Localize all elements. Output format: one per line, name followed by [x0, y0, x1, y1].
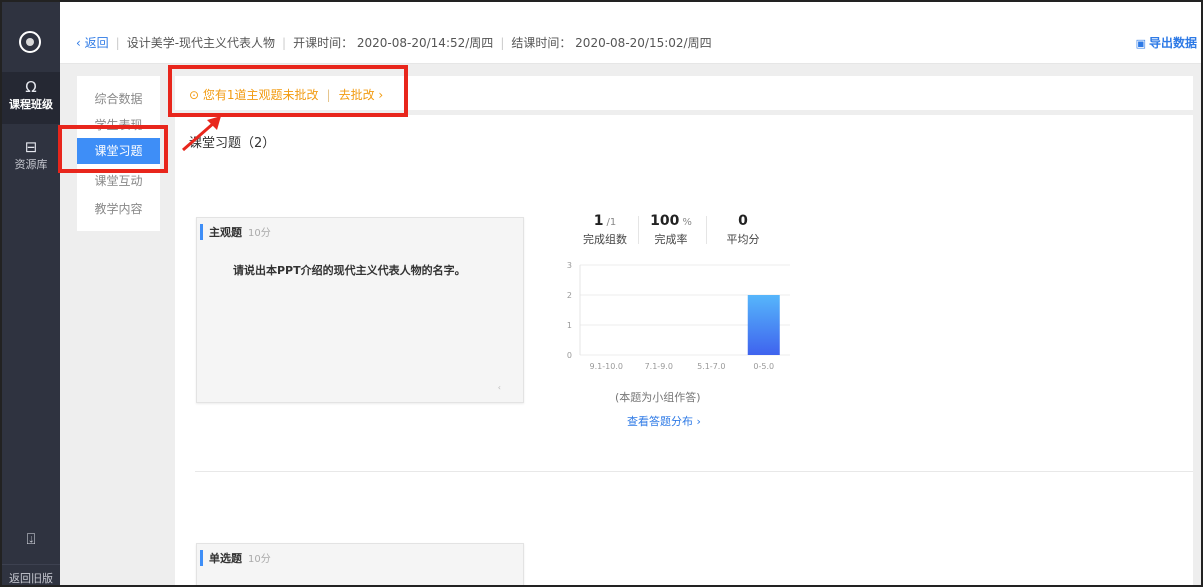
stat-total: /1 [606, 217, 617, 228]
question-points: 10分 [248, 228, 271, 239]
x-tick-label: 7.1-9.0 [645, 362, 673, 371]
stat-label: 完成率 [654, 233, 688, 246]
divider [638, 216, 639, 244]
annotation-arrow-icon [182, 116, 221, 152]
start-time: 开课时间： 2020-08-20/14:52/周四 [293, 36, 494, 50]
rail-download-button[interactable]: ⍗ [2, 530, 60, 554]
bar [747, 295, 780, 355]
y-tick-label: 2 [567, 291, 572, 300]
x-tick-label: 5.1-7.0 [697, 362, 725, 371]
x-tick-label: 0-5.0 [753, 362, 774, 371]
download-icon: ⍗ [26, 530, 36, 548]
stat-average-score: 0 平均分 [713, 213, 773, 247]
breadcrumb: ‹ 返回 | 设计美学-现代主义代表人物 | 开课时间： 2020-08-20/14:5… [76, 36, 712, 50]
resource-icon: ⊟ [24, 138, 38, 156]
export-data-button[interactable]: ▣ 导出数据 [1136, 34, 1197, 51]
section-divider [195, 471, 1193, 472]
course-class-icon: Ω [25, 78, 37, 96]
rail-item-resource[interactable]: ⊟ 资源库 [2, 132, 60, 180]
question-text: 请说出本PPT介绍的现代主义代表人物的名字。 [233, 264, 466, 277]
course-title: 设计美学-现代主义代表人物 [126, 36, 276, 50]
stat-completed-groups: 1/1 完成组数 [575, 213, 635, 247]
stat-label: 平均分 [726, 233, 760, 246]
question-type-tag: 单选题 10分 [200, 550, 271, 566]
stat-value: 1 [593, 213, 604, 229]
y-tick-label: 1 [567, 321, 572, 330]
rail-item-label: 资源库 [14, 158, 48, 171]
question-type: 主观题 [209, 226, 242, 239]
stat-value: 100 [650, 213, 680, 229]
x-tick-label: 9.1-10.0 [590, 362, 623, 371]
subnav-item-teaching-content[interactable]: 教学内容 [77, 196, 160, 222]
rail-item-label: 课程班级 [9, 98, 53, 111]
stat-unit: % [682, 217, 692, 228]
rail-item-course-class[interactable]: Ω 课程班级 [2, 72, 60, 124]
score-distribution-chart: 0 1 2 3 9.1-10.0 7.1-9.0 5.1-7.0 0-5.0 [567, 261, 790, 371]
y-tick-label: 0 [567, 351, 572, 360]
app-window: Ω 课程班级 ⊟ 资源库 ⍗ 返回旧版 ‹ 返回 | 设计美学-现代主义代表人物 | 开… [0, 0, 1203, 587]
stat-value: 0 [738, 213, 748, 229]
back-to-old-version-button[interactable]: 返回旧版 [2, 564, 60, 585]
annotation-box-nav [58, 125, 168, 173]
question-type: 单选题 [209, 552, 242, 565]
export-icon: ▣ [1135, 37, 1146, 50]
resize-handle-icon: ‹ [497, 383, 501, 392]
annotation-box-alert [168, 65, 408, 117]
subnav-item-overview[interactable]: 综合数据 [77, 86, 160, 112]
question-type-tag: 主观题 10分 [200, 224, 271, 240]
back-link-label: 返回 [84, 36, 109, 50]
chart-note: (本题为小组作答) [615, 391, 701, 404]
back-link[interactable]: ‹ 返回 [76, 36, 109, 50]
main-content: 课堂习题（2） 主观题 10分 请说出本PPT介绍的现代主义代表人物的名字。 ‹ … [175, 115, 1193, 585]
end-time: 结课时间： 2020-08-20/15:02/周四 [511, 36, 712, 50]
question-points: 10分 [248, 554, 271, 565]
stat-completion-rate: 100% 完成率 [641, 213, 701, 247]
export-label: 导出数据 [1148, 36, 1197, 50]
view-distribution-link[interactable]: 查看答题分布 › [627, 413, 701, 429]
app-logo-icon[interactable] [19, 31, 41, 53]
divider [706, 216, 707, 244]
top-header: ‹ 返回 | 设计美学-现代主义代表人物 | 开课时间： 2020-08-20/14:5… [60, 2, 1201, 64]
y-tick-label: 3 [567, 261, 572, 270]
question-card[interactable]: 单选题 10分 [196, 543, 524, 585]
question-card[interactable]: 主观题 10分 请说出本PPT介绍的现代主义代表人物的名字。 ‹ [196, 217, 524, 403]
stat-label: 完成组数 [583, 233, 627, 246]
left-rail: Ω 课程班级 ⊟ 资源库 ⍗ 返回旧版 [2, 2, 60, 585]
